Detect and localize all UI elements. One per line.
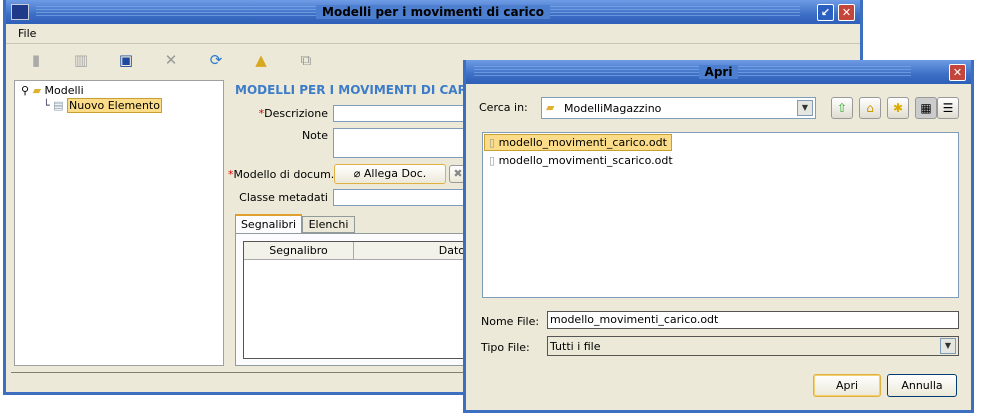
delete-icon[interactable]: ✕	[161, 50, 181, 70]
tree-root[interactable]: ⚲ ▰ Modelli	[21, 84, 84, 97]
column-header-dato[interactable]: Dato	[354, 242, 473, 260]
refresh-icon[interactable]: ⟳	[206, 50, 226, 70]
window-title: Modelli per i movimenti di carico	[316, 5, 550, 19]
new-icon[interactable]: ▮	[26, 50, 46, 70]
cancel-button[interactable]: Annulla	[887, 374, 957, 397]
dialog-title-bar: Apri ✕	[466, 60, 971, 84]
filetype-label: Tipo File:	[481, 341, 530, 354]
filetype-combo[interactable]: Tutti i file ▼	[547, 336, 959, 356]
main-title-bar: Modelli per i movimenti di carico ↙ ✕	[6, 0, 860, 24]
export-icon[interactable]: ⧉	[296, 50, 316, 70]
file-icon: ▯	[489, 154, 499, 167]
note-label: Note	[301, 129, 328, 142]
section-title: MODELLI PER I MOVIMENTI DI CARICO	[235, 83, 491, 97]
file-list: ▯ modello_movimenti_carico.odt ▯ modello…	[482, 132, 959, 298]
open-book-icon[interactable]: ▥	[71, 50, 91, 70]
classe-input[interactable]	[333, 189, 473, 206]
tree-panel: ⚲ ▰ Modelli └ ▤ Nuovo Elemento	[14, 80, 224, 366]
folder-up-icon[interactable]: ▲	[251, 50, 271, 70]
filename-label: Nome File:	[481, 315, 540, 328]
open-dialog: Apri ✕ Cerca in: ▰ ModelliMagazzino ▼ ⇧ …	[463, 60, 974, 413]
save-icon[interactable]: ▣	[116, 50, 136, 70]
descrizione-label: *Descrizione	[258, 107, 328, 120]
classe-label: Classe metadati	[239, 191, 328, 204]
tab-segnalibri[interactable]: Segnalibri	[235, 214, 302, 234]
descrizione-input[interactable]	[333, 105, 473, 122]
look-in-combo[interactable]: ▰ ModelliMagazzino ▼	[541, 97, 816, 119]
document-icon: ▤	[53, 99, 64, 112]
modello-label: *Modello di docum.	[228, 168, 335, 181]
look-in-label: Cerca in:	[479, 101, 528, 114]
paperclip-icon: ⌀	[353, 167, 364, 180]
file-item[interactable]: ▯ modello_movimenti_carico.odt	[484, 134, 672, 151]
chevron-down-icon[interactable]: ▼	[940, 338, 956, 354]
filename-input[interactable]: modello_movimenti_carico.odt	[547, 311, 959, 329]
app-icon	[11, 4, 29, 20]
note-textarea[interactable]	[333, 128, 473, 158]
up-folder-button[interactable]: ⇧	[831, 97, 853, 119]
list-view-button[interactable]: ▦	[915, 97, 937, 119]
tab-panel: Segnalibro Dato	[235, 233, 475, 366]
menu-bar: File	[6, 24, 860, 44]
folder-icon: ▰	[32, 84, 42, 97]
dialog-title: Apri	[698, 65, 739, 79]
folder-icon: ▰	[546, 101, 555, 114]
home-button[interactable]: ⌂	[859, 97, 881, 119]
chevron-down-icon[interactable]: ▼	[797, 100, 813, 116]
tab-elenchi[interactable]: Elenchi	[302, 216, 355, 233]
file-icon: ▯	[489, 136, 499, 149]
restore-icon[interactable]: ↙	[817, 4, 834, 21]
tree-item[interactable]: └ ▤ Nuovo Elemento	[43, 98, 162, 113]
bookmarks-table: Segnalibro Dato	[243, 241, 474, 359]
menu-file[interactable]: File	[18, 27, 36, 40]
open-button[interactable]: Apri	[813, 374, 881, 397]
tree-line: └	[43, 99, 50, 112]
new-folder-button[interactable]: ✱	[887, 97, 909, 119]
details-view-button[interactable]: ☰	[937, 97, 959, 119]
expand-toggle-icon[interactable]: ⚲	[21, 84, 29, 97]
close-icon[interactable]: ✕	[838, 4, 855, 21]
column-header-segnalibro[interactable]: Segnalibro	[244, 242, 354, 260]
file-item[interactable]: ▯ modello_movimenti_scarico.odt	[485, 153, 677, 168]
dialog-close-icon[interactable]: ✕	[949, 64, 966, 81]
attach-doc-button[interactable]: ⌀ Allega Doc.	[334, 164, 446, 184]
